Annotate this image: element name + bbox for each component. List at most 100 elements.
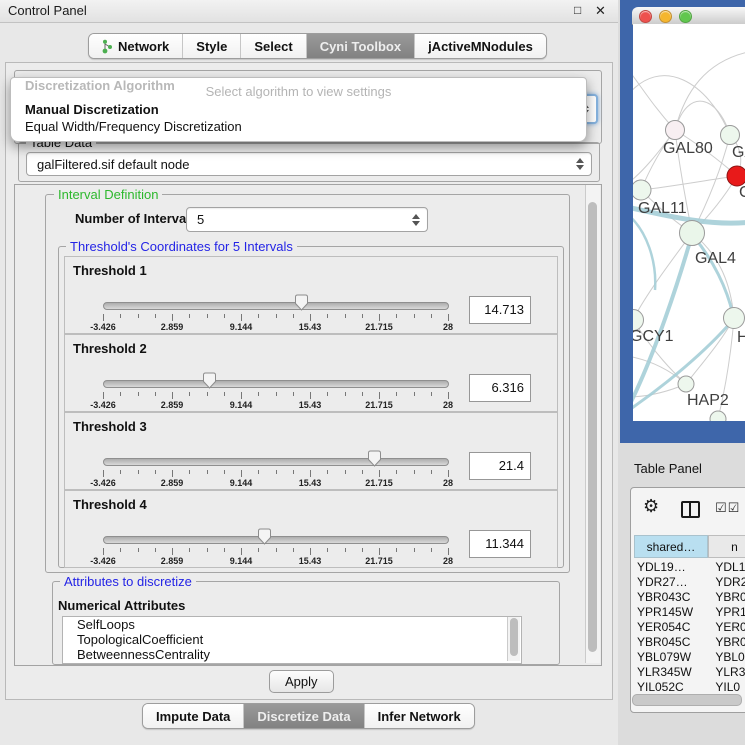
cell-shared-name[interactable]: YBR045C	[634, 635, 711, 650]
tick-label: 2.859	[161, 400, 184, 410]
node-c[interactable]	[727, 166, 745, 186]
traffic-light-zoom-icon[interactable]	[679, 10, 692, 23]
float-window-icon[interactable]: □	[574, 3, 581, 17]
node-gal11[interactable]	[633, 180, 651, 200]
tick-label: 2.859	[161, 556, 184, 566]
tab-network[interactable]: Network	[89, 34, 182, 58]
table-data-combobox[interactable]: galFiltered.sif default node	[26, 152, 592, 176]
table-data-combo-value: galFiltered.sif default node	[27, 157, 573, 172]
column-header-name[interactable]: n	[708, 535, 745, 558]
threshold-value-field[interactable]: 11.344	[469, 530, 531, 558]
number-of-intervals-combobox[interactable]: 5	[186, 207, 428, 232]
slider-handle[interactable]	[294, 294, 309, 311]
threshold-label: Threshold 4	[73, 497, 147, 512]
cell-name[interactable]: YDR2	[711, 575, 745, 590]
node-unlabeled[interactable]	[710, 411, 726, 421]
tab-discretize-data[interactable]: Discretize Data	[243, 704, 363, 728]
main-vertical-scrollbar[interactable]	[585, 185, 600, 663]
algorithm-option-equal-width-frequency-discretization[interactable]: Equal Width/Frequency Discretization	[15, 118, 585, 135]
control-panel-titlebar[interactable]: Control Panel □ ✕	[0, 0, 618, 23]
slider-scale: -3.4262.8599.14415.4321.71528	[103, 392, 448, 412]
attribute-item-betweennesscentrality[interactable]: BetweennessCentrality	[63, 647, 521, 662]
traffic-light-close-icon[interactable]	[639, 10, 652, 23]
table-row[interactable]: YER054CYER0	[634, 620, 745, 635]
cell-shared-name[interactable]: YLR345W	[634, 665, 711, 680]
network-view-window: GAL80GACGAL11GAL4GCY1HHAP2	[620, 0, 745, 443]
attribute-item-selfloops[interactable]: SelfLoops	[63, 617, 521, 632]
tick-label: 28	[443, 478, 453, 488]
slider-handle[interactable]	[202, 372, 217, 389]
column-header-shared-name[interactable]: shared…	[634, 535, 708, 558]
node-label: GCY1	[633, 328, 674, 345]
cell-shared-name[interactable]: YDL19…	[634, 560, 711, 575]
scrollbar-thumb[interactable]	[588, 202, 597, 652]
threshold-value-field[interactable]: 21.4	[469, 452, 531, 480]
table-row[interactable]: YDL19…YDL1	[634, 560, 745, 575]
apply-button[interactable]: Apply	[269, 670, 334, 693]
slider-handle[interactable]	[367, 450, 382, 467]
table-row[interactable]: YBR045CYBR0	[634, 635, 745, 650]
table-row[interactable]: YLR345WYLR3	[634, 665, 745, 680]
attributes-list-scrollbar[interactable]	[507, 617, 520, 661]
node-ga[interactable]	[721, 126, 740, 145]
table-panel: ⚙ ☑☑ shared… n YDL19…YDL1YDR27…YDR2YBR04…	[630, 487, 745, 713]
gear-icon[interactable]: ⚙	[643, 497, 659, 515]
cell-name[interactable]: YBR0	[711, 590, 745, 605]
cell-name[interactable]: YBR0	[711, 635, 745, 650]
cell-shared-name[interactable]: YBL079W	[634, 650, 711, 665]
number-of-intervals-value: 5	[187, 212, 409, 227]
slider-handle[interactable]	[257, 528, 272, 545]
node-hap2[interactable]	[678, 376, 694, 392]
cell-name[interactable]: YER0	[711, 620, 745, 635]
threshold-value-field[interactable]: 14.713	[469, 296, 531, 324]
tick-label: 9.144	[230, 478, 253, 488]
slider-track[interactable]	[103, 380, 449, 388]
tab-infer-network[interactable]: Infer Network	[364, 704, 474, 728]
table-row[interactable]: YBL079WYBL0	[634, 650, 745, 665]
cell-name[interactable]: YPR1	[711, 605, 745, 620]
numerical-attributes-list[interactable]: SelfLoopsTopologicalCoefficientBetweenne…	[62, 616, 522, 664]
cell-shared-name[interactable]: YDR27…	[634, 575, 711, 590]
combo-stepper-icon	[573, 158, 587, 170]
node-h[interactable]	[724, 308, 745, 329]
checkbox-icons[interactable]: ☑☑	[715, 500, 740, 516]
cell-name[interactable]: YBL0	[711, 650, 745, 665]
slider-track[interactable]	[103, 458, 449, 466]
cell-shared-name[interactable]: YPR145W	[634, 605, 711, 620]
traffic-light-minimize-icon[interactable]	[659, 10, 672, 23]
cell-shared-name[interactable]: YIL052C	[634, 680, 711, 695]
threshold-panel-2: Threshold 2-3.4262.8599.14415.4321.71528…	[64, 334, 558, 412]
network-window-titlebar[interactable]	[632, 7, 745, 25]
tick-label: 9.144	[230, 322, 253, 332]
cell-name[interactable]: YLR3	[711, 665, 745, 680]
table-panel-title: Table Panel	[634, 461, 702, 476]
algorithm-option-manual-discretization[interactable]: Manual Discretization	[15, 101, 585, 118]
checkbox-icon: ☑	[715, 500, 728, 515]
slider-track[interactable]	[103, 302, 449, 310]
tab-cyni-toolbox[interactable]: Cyni Toolbox	[306, 34, 414, 58]
cell-shared-name[interactable]: YER054C	[634, 620, 711, 635]
table-row[interactable]: YPR145WYPR1	[634, 605, 745, 620]
tab-style[interactable]: Style	[182, 34, 240, 58]
tab-select[interactable]: Select	[240, 34, 305, 58]
cell-shared-name[interactable]: YBR043C	[634, 590, 711, 605]
node-gal4[interactable]	[680, 221, 705, 246]
table-rows: YDL19…YDL1YDR27…YDR2YBR043CYBR0YPR145WYP…	[634, 560, 745, 695]
table-row[interactable]: YBR043CYBR0	[634, 590, 745, 605]
cell-name[interactable]: YIL0	[711, 680, 745, 695]
threshold-value-field[interactable]: 6.316	[469, 374, 531, 402]
checkbox-icon: ☑	[728, 500, 741, 515]
columns-icon[interactable]	[681, 501, 700, 518]
attribute-item-topologicalcoefficient[interactable]: TopologicalCoefficient	[63, 632, 521, 647]
slider-track[interactable]	[103, 536, 449, 544]
tab-impute-data[interactable]: Impute Data	[143, 704, 243, 728]
table-row[interactable]: YDR27…YDR2	[634, 575, 745, 590]
tab-jactivemnodules[interactable]: jActiveMNodules	[414, 34, 546, 58]
network-canvas[interactable]: GAL80GACGAL11GAL4GCY1HHAP2	[633, 24, 745, 421]
table-row[interactable]: YIL052CYIL0	[634, 680, 745, 695]
close-window-icon[interactable]: ✕	[595, 3, 606, 19]
table-horizontal-scrollbar[interactable]	[632, 694, 742, 706]
cell-name[interactable]: YDL1	[711, 560, 745, 575]
node-gal80[interactable]	[666, 121, 685, 140]
scrollbar-thumb[interactable]	[510, 618, 518, 656]
